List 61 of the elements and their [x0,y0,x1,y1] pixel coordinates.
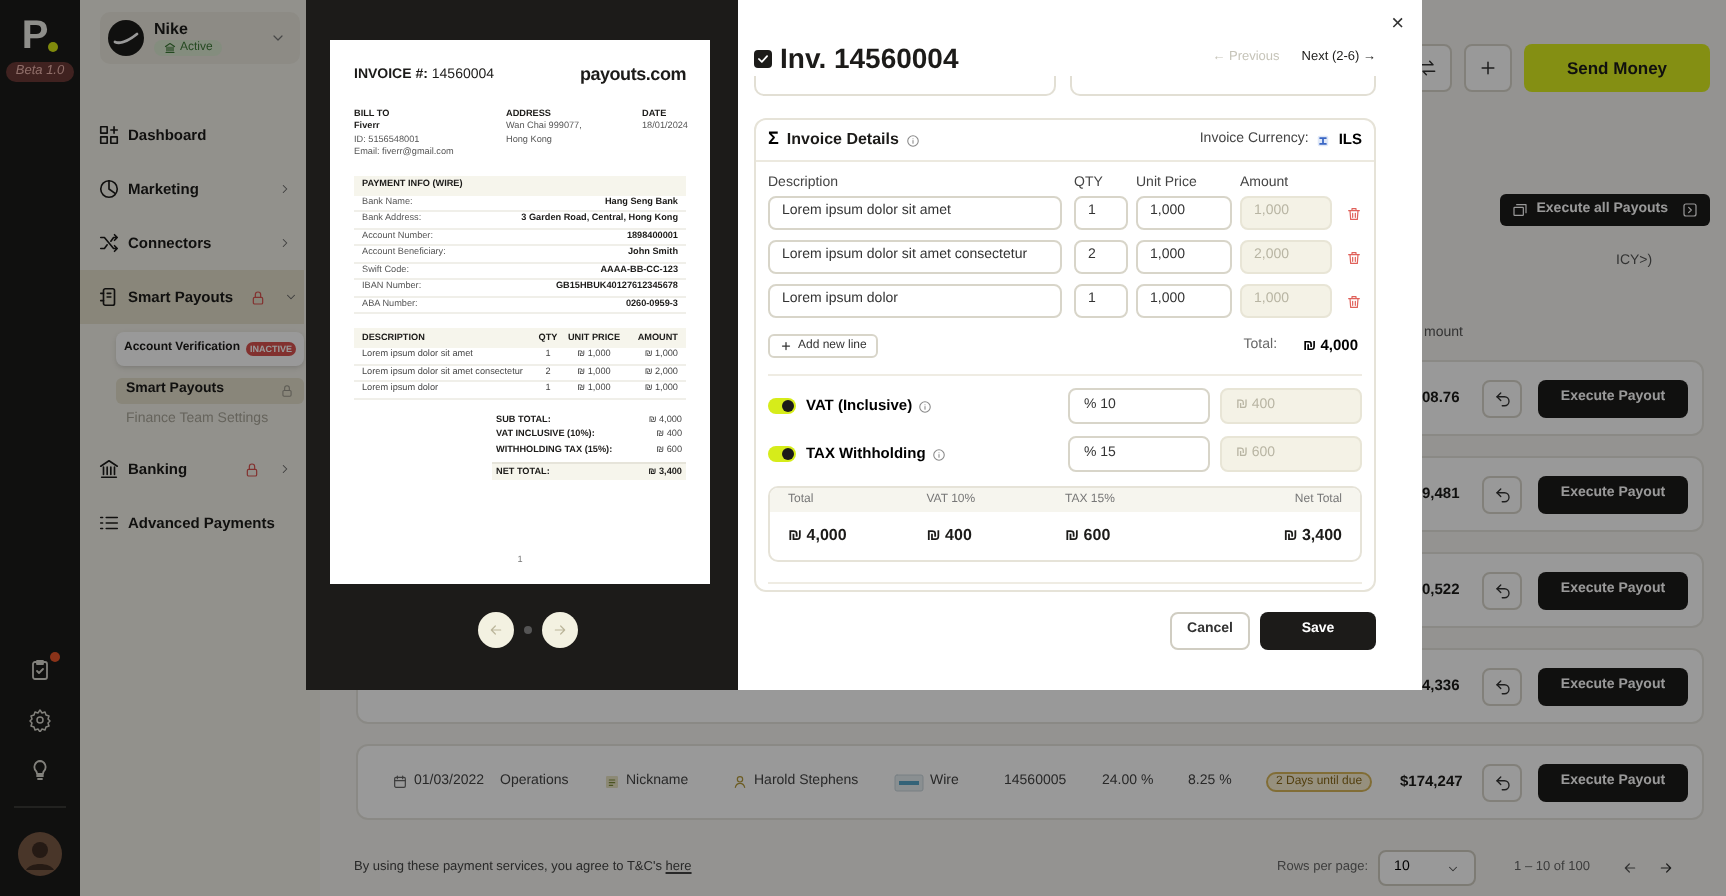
info-icon [918,399,933,413]
undo-button[interactable] [1482,667,1522,705]
send-money-button[interactable]: Send Money [1524,44,1710,92]
undo-button[interactable] [1482,571,1522,609]
arrow-left-icon [488,622,504,638]
trash-icon[interactable] [1346,293,1362,309]
card-icon [894,773,924,791]
clipboard-check-icon[interactable] [28,658,52,682]
receipt-icon [98,286,120,308]
summary-value: ₪ 400 [926,524,974,548]
invoice-title: Inv. 14560004 [780,39,959,77]
swap-icon [1418,58,1438,78]
summary-value: ₪ 3,400 [1281,524,1342,548]
arrow-left-icon[interactable] [1622,860,1638,876]
previous-page-button[interactable] [478,612,514,648]
form-field[interactable] [754,76,1056,96]
calendar-icon [392,774,408,790]
lightbulb-icon[interactable] [28,758,52,782]
undo-icon [1493,677,1511,695]
shuffle-icon [98,232,120,254]
toggle-switch[interactable] [768,446,796,462]
undo-button[interactable] [1482,475,1522,513]
settings-icon[interactable] [28,708,52,732]
brand-name: payouts.com [579,62,686,88]
grid-icon [98,124,120,146]
form-field[interactable] [1070,76,1376,96]
account-name: Nike [154,20,190,38]
logo: P [21,16,59,56]
summary-value: ₪ 4,000 [788,524,849,548]
info-icon [906,133,921,147]
close-button[interactable]: × [1391,10,1404,38]
plus-icon [780,340,792,352]
sigma-symbol: Σ [768,126,779,153]
info-icon [931,447,946,461]
arrow-right-icon[interactable] [1658,860,1674,876]
account-logo [108,20,144,56]
undo-icon [1493,773,1511,791]
toggle-switch[interactable] [768,398,796,414]
currency-icon [1316,133,1331,147]
undo-icon [1493,485,1511,503]
arrow-right-icon [552,622,568,638]
next-page-button[interactable] [542,612,578,648]
bank-icon [98,458,120,480]
trash-icon[interactable] [1346,249,1362,265]
chevron-down-icon [1446,861,1461,875]
checkbox[interactable] [754,49,772,67]
person-icon [732,774,748,790]
section-title: Invoice Details [786,128,899,152]
summary-value: ₪ 600 [1065,524,1113,548]
trash-icon[interactable] [1346,205,1362,221]
undo-button[interactable] [1482,763,1522,801]
undo-icon [1493,389,1511,407]
chevron-down-icon[interactable] [270,30,286,46]
undo-button[interactable] [1482,379,1522,417]
arrow-box-icon [1682,202,1698,218]
plus-icon [1478,58,1498,78]
list-icon [98,512,120,534]
tag-icon [604,774,620,790]
pie-chart-icon [98,178,120,200]
undo-icon [1493,581,1511,599]
stack-icon [1512,202,1529,218]
